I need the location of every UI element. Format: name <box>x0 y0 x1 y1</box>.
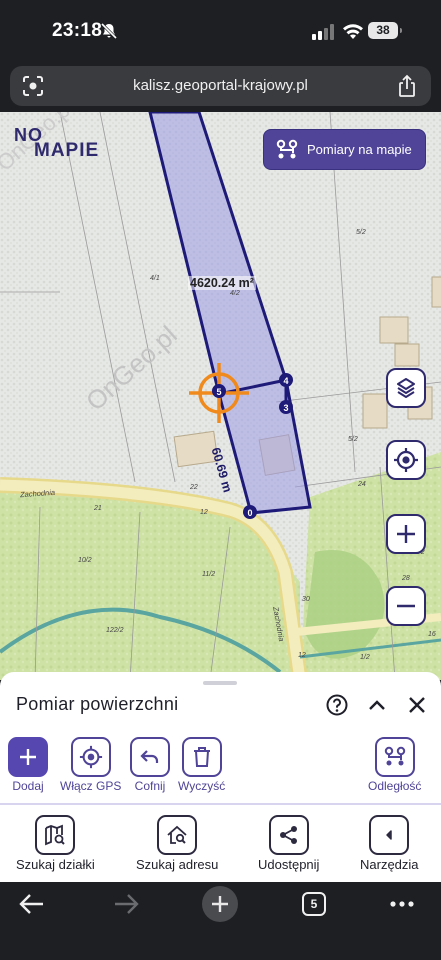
trash-icon <box>181 737 222 777</box>
logo-line-2: MAPIE <box>34 140 100 161</box>
tabs-button[interactable]: 5 <box>302 892 326 916</box>
vertex-0[interactable]: 0 <box>243 505 257 519</box>
undo-button[interactable]: Cofnij <box>130 737 170 793</box>
share-label: Udostępnij <box>258 857 320 872</box>
more-options-button[interactable] <box>388 892 416 916</box>
parcel-label: 10/2 <box>78 557 92 564</box>
layers-icon <box>397 378 415 398</box>
vertex-label: 3 <box>283 403 288 413</box>
vertex-label: 5 <box>216 387 221 397</box>
map-canvas[interactable]: OnGeo.pl OnGeo.pl 5 4 3 0 <box>0 112 441 680</box>
parcel-label: 12 <box>298 652 306 659</box>
clear-label: Wyczyść <box>178 779 226 793</box>
parcel-label: 122/2 <box>106 627 124 634</box>
parcel-label: 22 <box>190 484 198 491</box>
share-nodes-icon <box>268 815 309 855</box>
enable-gps-button[interactable]: Włącz GPS <box>60 737 121 793</box>
zoom-out-button[interactable] <box>386 586 426 626</box>
add-point-label: Dodaj <box>12 779 44 793</box>
address-bar[interactable]: kalisz.geoportal-krajowy.pl <box>10 66 431 106</box>
parcel-label: 30 <box>302 596 310 603</box>
chevron-left-icon <box>369 815 410 855</box>
area-measurement-label: 4620.24 m² <box>188 276 256 290</box>
wifi-icon <box>343 24 363 39</box>
locate-me-button[interactable] <box>386 440 426 480</box>
measurements-button-label: Pomiary na mapie <box>307 142 412 157</box>
parcel-label: 16 <box>428 631 436 638</box>
browser-toolbar: 5 <box>0 882 441 960</box>
vertex-4[interactable]: 4 <box>279 373 293 387</box>
status-bar: 23:18 38 <box>0 0 441 62</box>
plus-icon <box>212 896 228 912</box>
undo-icon <box>130 737 170 777</box>
panel-title: Pomiar powierzchni <box>16 694 179 714</box>
vertex-5[interactable]: 5 <box>212 384 226 398</box>
share-button[interactable]: Udostępnij <box>258 815 319 872</box>
close-icon[interactable] <box>406 694 428 716</box>
new-tab-button[interactable] <box>202 886 238 922</box>
address-bar-area: kalisz.geoportal-krajowy.pl <box>0 62 441 112</box>
parcel-label: 21 <box>94 505 102 512</box>
tools-button[interactable]: Narzędzia <box>360 815 419 872</box>
parcel-label: 11/2 <box>202 571 216 578</box>
map-view[interactable]: OnGeo.pl OnGeo.pl 5 4 3 0 4/1 4/2 5/2 5/… <box>0 112 441 680</box>
more-icon <box>390 901 414 907</box>
add-icon <box>8 737 48 777</box>
search-parcel-label: Szukaj działki <box>16 857 95 872</box>
help-icon[interactable] <box>326 694 348 716</box>
bell-off-icon <box>100 22 118 40</box>
chevron-up-icon[interactable] <box>366 694 388 716</box>
route-icon <box>276 139 298 158</box>
add-point-button[interactable]: Dodaj <box>8 737 48 793</box>
measurement-panel: Pomiar powierzchni Dodaj Włącz GPS Cofni… <box>0 672 441 882</box>
parcel-label: 4/1 <box>150 275 160 282</box>
plus-icon <box>397 525 415 543</box>
panel-divider <box>0 803 441 805</box>
search-address-label: Szukaj adresu <box>136 857 219 872</box>
parcel-label: 28 <box>402 575 410 582</box>
map-search-icon <box>35 815 76 855</box>
parcel-label: 5/2 <box>348 436 358 443</box>
enable-gps-label: Włącz GPS <box>60 779 122 793</box>
parcel-label: 4/2 <box>230 290 240 297</box>
clear-button[interactable]: Wyczyść <box>178 737 225 793</box>
measurements-button[interactable]: Pomiary na mapie <box>263 129 426 170</box>
search-address-button[interactable]: Szukaj adresu <box>136 815 218 872</box>
battery-indicator: 38 <box>368 22 402 39</box>
zoom-in-button[interactable] <box>386 514 426 554</box>
minus-icon <box>397 604 415 608</box>
forward-arrow-icon[interactable] <box>112 892 140 916</box>
parcel-label: 5/2 <box>356 229 366 236</box>
share-icon[interactable] <box>397 74 417 98</box>
home-search-icon <box>157 815 198 855</box>
undo-label: Cofnij <box>134 779 166 793</box>
url-text: kalisz.geoportal-krajowy.pl <box>133 77 308 94</box>
locate-icon <box>394 448 418 472</box>
vertex-3[interactable]: 3 <box>279 400 293 414</box>
parcel-label: 1/2 <box>360 654 370 661</box>
parcel-label: 12 <box>200 509 208 516</box>
panel-drag-handle[interactable] <box>203 681 237 685</box>
cellular-signal-icon <box>312 24 334 40</box>
route-icon <box>374 737 415 777</box>
gps-icon <box>70 737 111 777</box>
parcel-label: 24 <box>358 481 366 488</box>
tools-label: Narzędzia <box>360 857 419 872</box>
no-mapie-logo: NO MAPIE <box>14 126 99 160</box>
search-parcel-button[interactable]: Szukaj działki <box>16 815 95 872</box>
vertex-label: 0 <box>247 508 252 518</box>
status-time: 23:18 <box>52 20 103 41</box>
distance-mode-button[interactable]: Odległość <box>368 737 421 793</box>
vertex-label: 4 <box>283 376 288 386</box>
back-arrow-icon[interactable] <box>18 892 46 916</box>
layers-button[interactable] <box>386 368 426 408</box>
distance-mode-label: Odległość <box>368 779 422 793</box>
